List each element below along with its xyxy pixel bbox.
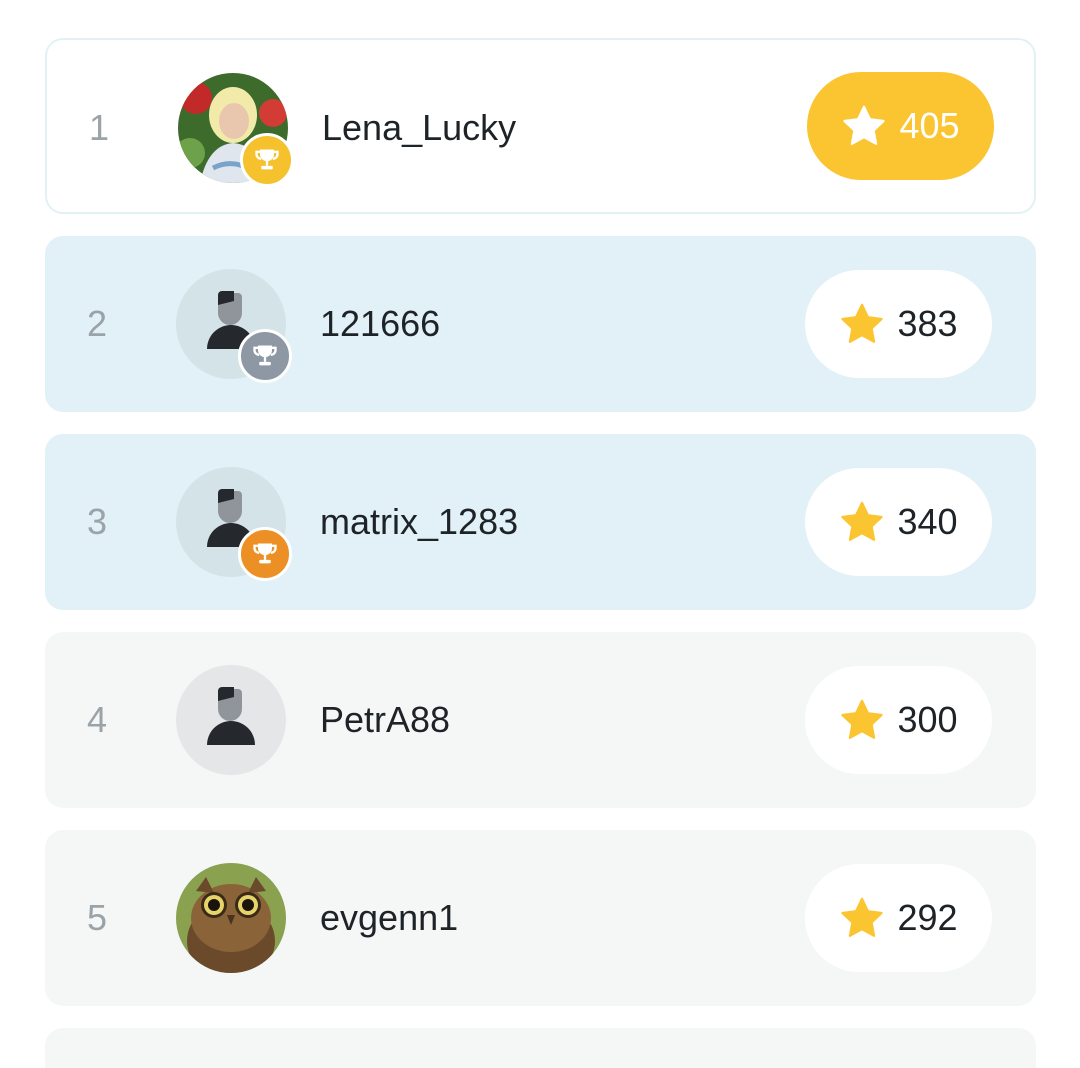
leaderboard-row[interactable]: 1 Lena_Lucky 405	[45, 38, 1036, 214]
score-badge: 300	[805, 666, 992, 774]
player-name: matrix_1283	[320, 501, 519, 542]
star-icon	[841, 501, 884, 541]
trophy-icon	[255, 149, 279, 170]
star-icon	[841, 897, 884, 937]
player-name: 121666	[320, 303, 441, 344]
leaderboard-row[interactable]	[45, 1028, 1036, 1068]
score-value: 292	[897, 897, 958, 938]
leaderboard-row[interactable]: 2 121666 383	[45, 236, 1036, 412]
star-icon	[843, 105, 886, 145]
star-icon	[841, 303, 884, 343]
rank-number: 2	[87, 303, 108, 344]
player-name: Lena_Lucky	[322, 107, 517, 148]
score-badge: 405	[807, 72, 994, 180]
bronze-medal-badge	[238, 527, 292, 581]
avatar[interactable]	[176, 665, 286, 775]
score-value: 340	[897, 501, 958, 542]
avatar[interactable]	[176, 863, 286, 973]
player-name: PetrA88	[320, 699, 451, 740]
trophy-icon	[253, 345, 277, 366]
score-value: 300	[897, 699, 958, 740]
player-name: evgenn1	[320, 897, 459, 938]
leaderboard-row[interactable]: 5 evgenn1 292	[45, 830, 1036, 1006]
rank-number: 1	[89, 107, 110, 148]
score-badge: 383	[805, 270, 992, 378]
leaderboard-list: 1 Lena_Lucky 405 2 121666 383 3 matrix_1…	[45, 38, 1036, 1068]
rank-number: 4	[87, 699, 108, 740]
score-value: 383	[897, 303, 958, 344]
gold-medal-badge	[240, 133, 294, 187]
rank-number: 5	[87, 897, 108, 938]
score-badge: 340	[805, 468, 992, 576]
score-badge: 292	[805, 864, 992, 972]
score-value: 405	[899, 105, 960, 146]
rank-number: 3	[87, 501, 108, 542]
silver-medal-badge	[238, 329, 292, 383]
leaderboard-row[interactable]: 4 PetrA88 300	[45, 632, 1036, 808]
star-icon	[841, 699, 884, 739]
trophy-icon	[253, 543, 277, 564]
leaderboard-row[interactable]: 3 matrix_1283 340	[45, 434, 1036, 610]
